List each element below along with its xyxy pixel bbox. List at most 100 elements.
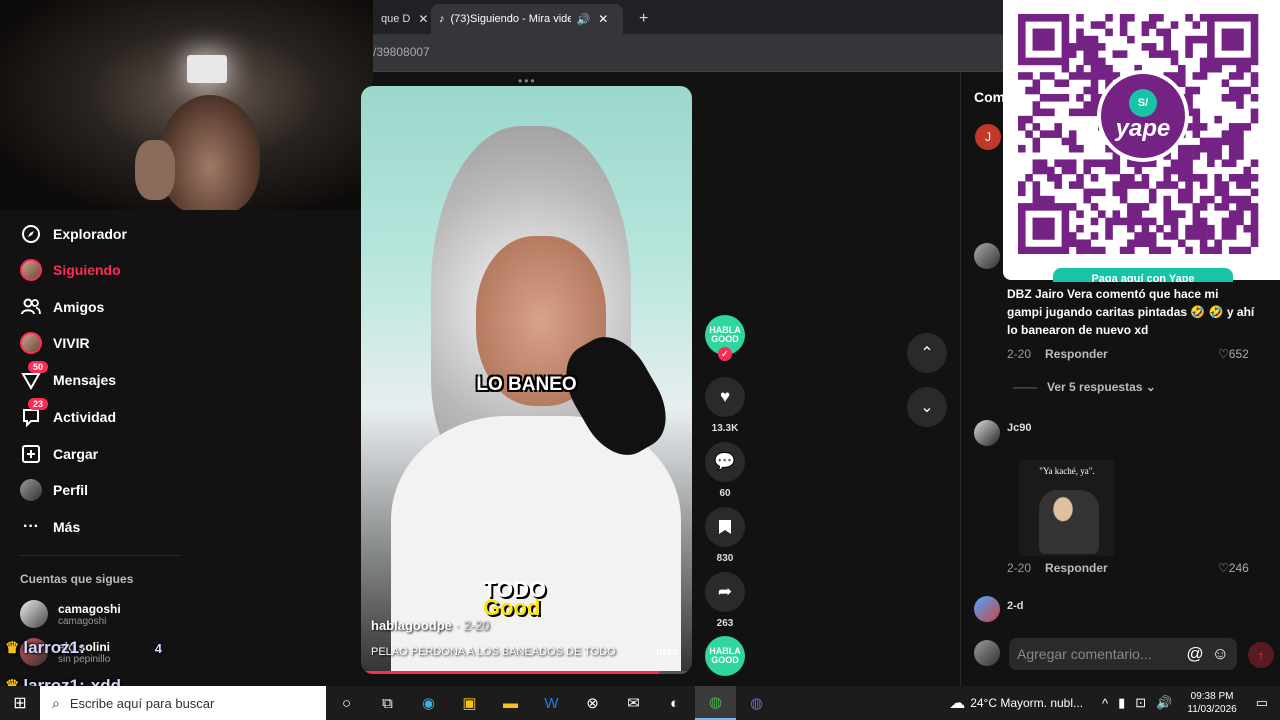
browser-tab[interactable]: que D ✕ [373, 4, 436, 34]
qr-module [1112, 166, 1121, 175]
qr-module [1032, 195, 1041, 204]
qr-module [1032, 188, 1041, 197]
sidebar-item-siguiendo[interactable]: Siguiendo [20, 258, 121, 282]
comment-like-count: 652 [1228, 347, 1249, 361]
task-view-icon[interactable]: ⧉ [367, 686, 408, 720]
sound-avatar-button[interactable]: HABLA GOOD [705, 636, 745, 676]
tab-audio-icon[interactable]: 🔊 [577, 13, 591, 26]
qr-module [1127, 35, 1135, 44]
mail-icon[interactable]: ✉ [613, 686, 654, 720]
sidebar-item-perfil[interactable]: Perfil [20, 478, 88, 502]
edge-icon[interactable]: ◉ [408, 686, 449, 720]
sidebar-item-mensajes[interactable]: 50 Mensajes [20, 361, 116, 392]
qr-module [1127, 224, 1135, 233]
qr-module [1127, 239, 1135, 248]
qr-module [1178, 152, 1186, 160]
video-player[interactable]: LO BANEO TODO Good hablagoodpe · 2-20 PE… [361, 86, 692, 674]
volume-icon[interactable]: 🔊 [1156, 695, 1172, 711]
qr-module [1185, 14, 1193, 22]
account-name: camagoshi [58, 601, 121, 616]
store-icon[interactable]: ▣ [449, 686, 490, 720]
qr-module [1156, 181, 1164, 189]
reply-button[interactable]: Responder [1045, 561, 1108, 575]
view-replies-button[interactable]: —— Ver 5 respuestas ⌄ [1013, 380, 1156, 394]
tiktok-favicon-icon: ♪ [439, 13, 445, 25]
qr-module [1178, 159, 1186, 168]
tab-close-icon[interactable]: ✕ [418, 12, 428, 26]
mention-icon[interactable]: @ [1186, 644, 1203, 664]
qr-module [1148, 246, 1157, 254]
video-progress-bar[interactable] [361, 671, 692, 674]
sidebar-item-cargar[interactable]: Cargar [20, 442, 98, 466]
chevron-up-icon[interactable]: ^ [1102, 696, 1108, 711]
comment-meme-image[interactable]: "Ya kaché, ya". [1019, 460, 1115, 556]
word-icon[interactable]: W [531, 686, 572, 720]
taskbar-search[interactable]: ⌕ Escribe aquí para buscar [40, 686, 326, 720]
comment-author[interactable]: 2-d [1007, 600, 1024, 612]
like-button[interactable]: ♥ 13.3K [705, 377, 745, 434]
windows-start-icon[interactable]: ⊞ [0, 686, 40, 720]
battery-icon[interactable]: ▮ [1118, 695, 1125, 711]
share-button[interactable]: ➦ 263 [705, 572, 745, 629]
qr-module [1214, 57, 1222, 66]
qr-module [1032, 123, 1041, 131]
comment-input[interactable]: Agregar comentario... @ ☺ [1009, 638, 1237, 670]
send-button[interactable]: ↑ [1248, 642, 1274, 668]
qr-module [1236, 35, 1244, 44]
obs-icon[interactable]: ◐ [654, 686, 695, 720]
comment-author[interactable]: Jc90 [1007, 422, 1031, 434]
network-icon[interactable]: ⊡ [1135, 695, 1146, 711]
view-replies-label: Ver 5 respuestas [1047, 380, 1143, 394]
address-bar[interactable]: /39808007 [373, 34, 1003, 72]
avatar[interactable] [974, 243, 1000, 269]
qr-module [1163, 43, 1172, 51]
cortana-icon[interactable]: ○ [326, 686, 367, 720]
next-video-button[interactable]: ⌄ [907, 387, 947, 427]
sidebar-item-amigos[interactable]: Amigos [20, 295, 104, 319]
weather-widget[interactable]: ☁ 24°C Mayorm. nubl... [949, 693, 1083, 713]
following-account-item[interactable]: camagoshi camagoshi [20, 600, 121, 628]
author-avatar-button[interactable]: HABLA GOOD ✓ [705, 315, 745, 361]
sidebar-item-explorador[interactable]: Explorador [20, 222, 127, 246]
chevron-down-icon: ⌄ [1145, 380, 1156, 394]
qr-module [1083, 57, 1092, 66]
sidebar-item-actividad[interactable]: 23 Actividad [20, 398, 116, 429]
sidebar-item-mas[interactable]: ··· Más [20, 515, 80, 539]
logo-line: Good [483, 595, 541, 620]
chrome-icon[interactable]: ◍ [695, 686, 736, 720]
qr-module [1250, 115, 1259, 124]
sidebar-item-label: Más [53, 519, 81, 535]
comment-button[interactable]: 💬 60 [705, 442, 745, 499]
qr-module [1061, 94, 1070, 102]
qr-module [1228, 210, 1237, 218]
qr-module [1018, 181, 1026, 189]
xbox-icon[interactable]: ⊗ [572, 686, 613, 720]
previous-video-button[interactable]: ⌃ [907, 333, 947, 373]
new-tab-button[interactable]: + [631, 4, 656, 34]
avatar[interactable]: J [975, 124, 1001, 150]
video-author[interactable]: hablagoodpe [371, 618, 452, 633]
comment-like-button[interactable]: ♡652 [1218, 347, 1249, 361]
qr-module [1250, 94, 1259, 102]
file-explorer-icon[interactable]: ▬ [490, 686, 531, 720]
avatar[interactable] [974, 420, 1000, 446]
chrome-profile-icon[interactable]: ◍ [736, 686, 777, 720]
notifications-icon[interactable]: ▭ [1256, 695, 1268, 711]
qr-module [1032, 144, 1041, 153]
qr-module [1199, 57, 1208, 66]
qr-module [1185, 152, 1193, 160]
qr-module [1083, 86, 1092, 95]
qr-module [1221, 57, 1230, 66]
clock[interactable]: 09:38 PM 11/03/2026 [1187, 690, 1236, 716]
browser-tab-active[interactable]: ♪ (73)Siguiendo - Mira videos 🔊 ✕ [431, 4, 623, 34]
qr-module [1228, 123, 1237, 131]
comment-like-button[interactable]: ♡246 [1218, 561, 1249, 575]
save-button[interactable]: 830 [705, 507, 745, 564]
more-link[interactable]: más [656, 646, 678, 658]
reply-button[interactable]: Responder [1045, 347, 1108, 361]
tab-close-icon[interactable]: ✕ [598, 12, 608, 26]
sidebar-item-vivir[interactable]: VIVIR [20, 331, 90, 355]
avatar[interactable] [974, 596, 1000, 622]
emoji-icon[interactable]: ☺ [1212, 644, 1229, 664]
qr-module [1061, 79, 1070, 88]
